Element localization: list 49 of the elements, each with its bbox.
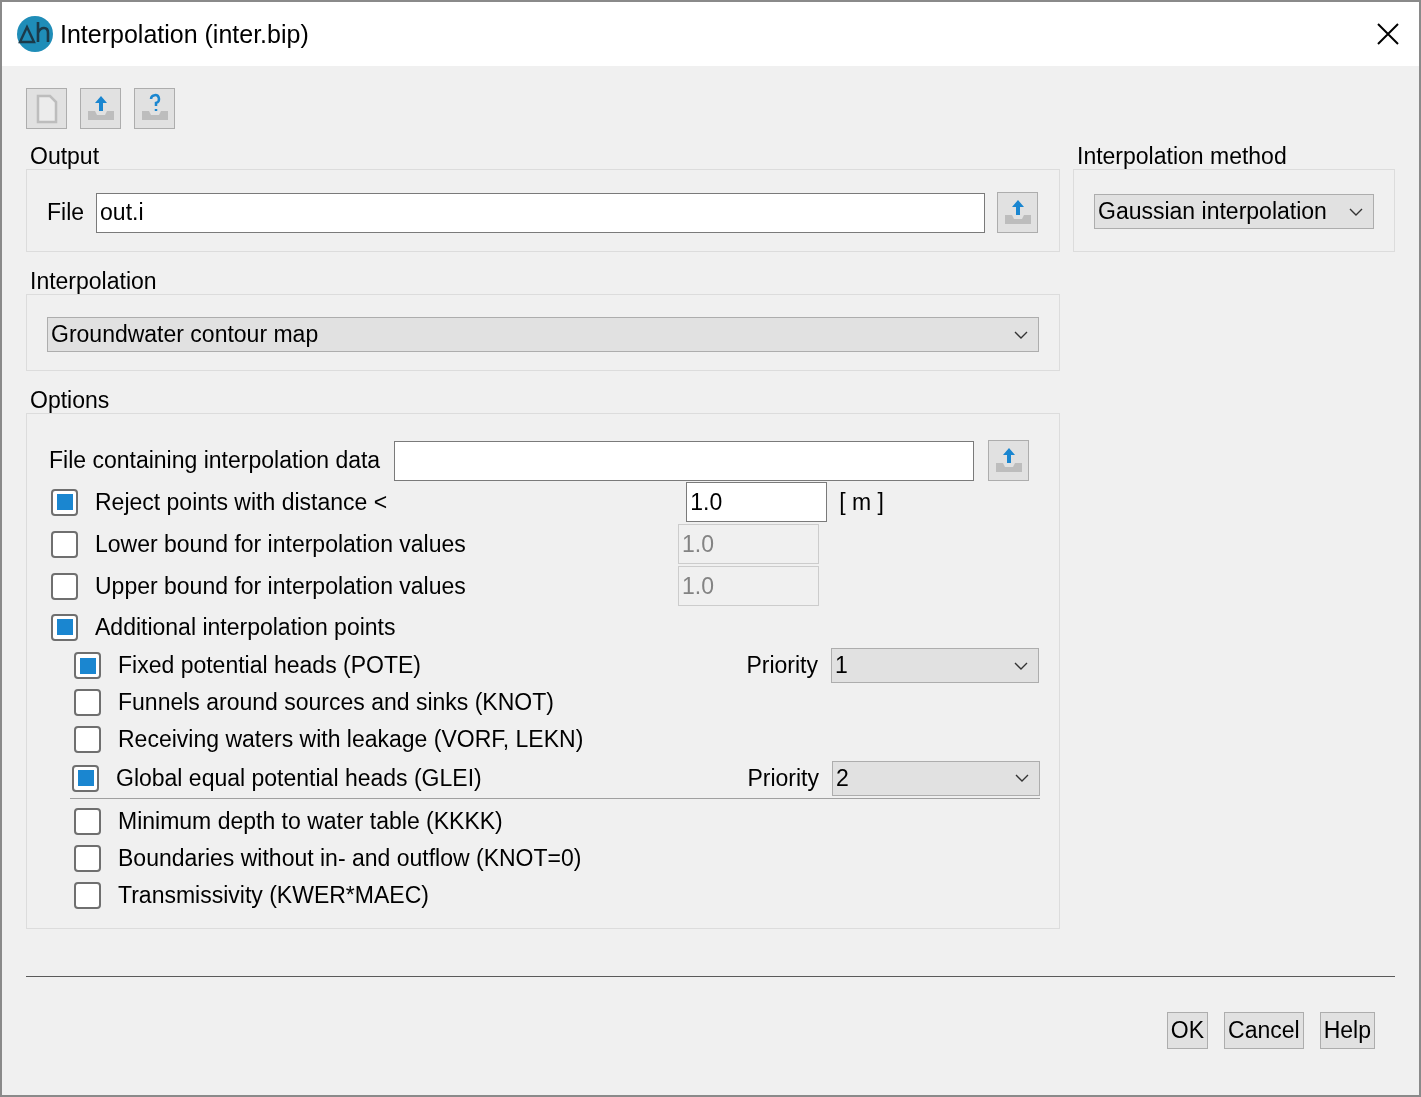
priority-dropdown[interactable]: 2 — [832, 760, 1040, 796]
checkbox[interactable] — [74, 652, 101, 679]
upload-button[interactable] — [988, 440, 1030, 481]
option-checkbox[interactable]: Minimum depth to water table (KKKK) — [74, 808, 503, 835]
option-checkbox[interactable]: Receiving waters with leakage (VORF, LEKN) — [74, 726, 584, 753]
checkbox[interactable] — [51, 613, 78, 641]
chevron-down-icon — [1014, 330, 1028, 339]
option-checkbox[interactable]: Fixed potential heads (POTE) — [74, 652, 421, 679]
help-load-button[interactable] — [134, 88, 175, 129]
unit-label: [ m ] — [839, 488, 884, 516]
checkbox[interactable] — [74, 845, 101, 872]
file-input[interactable]: out.i — [96, 192, 986, 233]
upload-button[interactable] — [997, 192, 1039, 233]
group-title: Interpolation method — [1076, 143, 1288, 169]
checkbox[interactable] — [74, 726, 101, 753]
option-checkbox[interactable]: Boundaries without in- and outflow (KNOT=0) — [74, 845, 582, 872]
option-checkbox[interactable]: Funnels around sources and sinks (KNOT) — [74, 689, 554, 716]
load-button[interactable] — [80, 88, 121, 129]
option-checkbox[interactable]: Global equal potential heads (GLEI) — [72, 764, 482, 792]
option-checkbox[interactable]: Reject points with distance < — [51, 488, 388, 516]
group-title: Output — [29, 143, 101, 169]
priority-label: Priority — [747, 764, 819, 792]
interpolation-dropdown[interactable]: Groundwater contour map — [47, 317, 1039, 352]
priority-label: Priority — [746, 652, 818, 679]
field-label: File containing interpolation data — [49, 447, 381, 474]
checkbox[interactable] — [72, 764, 99, 792]
method-dropdown[interactable]: Gaussian interpolation — [1094, 194, 1374, 229]
window-title: Interpolation (inter.bip) — [60, 19, 310, 49]
field-label: File — [47, 199, 85, 226]
checkbox[interactable] — [74, 689, 101, 716]
document-icon — [35, 93, 58, 124]
dialog-button[interactable]: OK — [1166, 1012, 1209, 1049]
app-logo-icon — [16, 15, 54, 53]
close-icon — [1377, 23, 1399, 45]
value-input[interactable]: 1.0 — [686, 482, 828, 522]
checkbox[interactable] — [51, 488, 78, 516]
chevron-down-icon — [1015, 774, 1029, 782]
group-title: Interpolation — [29, 268, 158, 294]
data-file-input[interactable] — [394, 440, 975, 481]
chevron-down-icon — [1349, 207, 1363, 216]
priority-dropdown[interactable]: 1 — [831, 648, 1039, 683]
checkbox[interactable] — [74, 882, 101, 909]
dialog-button[interactable]: Help — [1319, 1012, 1375, 1049]
dialog-button[interactable]: Cancel — [1224, 1012, 1304, 1049]
option-checkbox[interactable]: Additional interpolation points — [51, 613, 396, 641]
checkbox[interactable] — [74, 808, 101, 835]
chevron-down-icon — [1014, 661, 1028, 670]
group-title: Options — [29, 387, 111, 413]
option-checkbox[interactable]: Transmissivity (KWER*MAEC) — [74, 882, 429, 909]
